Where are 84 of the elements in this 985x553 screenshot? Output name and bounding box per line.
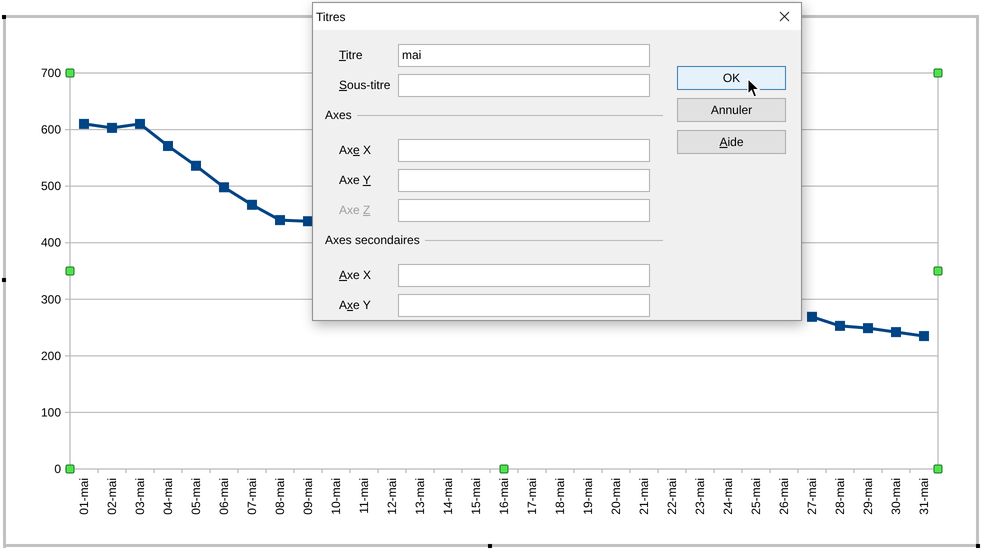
- x-tick-label: 27-mai: [805, 478, 819, 515]
- y-tick-label: 0: [54, 462, 61, 476]
- field-label: Axe X: [338, 143, 372, 157]
- resize-handle[interactable]: [976, 544, 980, 548]
- y-tick-label: 100: [40, 405, 61, 420]
- resize-handle[interactable]: [2, 278, 6, 282]
- section-heading: Axes: [325, 108, 352, 122]
- data-point: [835, 320, 845, 331]
- data-point: [891, 327, 901, 338]
- x-tick-label: 28-mai: [833, 478, 847, 515]
- x-tick-label: 23-mai: [693, 478, 707, 515]
- x-tick-label: 13-mai: [413, 478, 427, 515]
- x-tick-label: 17-mai: [525, 478, 539, 515]
- selection-handle[interactable]: [66, 266, 74, 276]
- x-tick-label: 03-mai: [133, 478, 147, 515]
- x-tick-label: 05-mai: [189, 478, 203, 515]
- x-tick-label: 24-mai: [721, 478, 735, 515]
- input-field[interactable]: [398, 294, 650, 316]
- field-label: Axe Z: [338, 203, 372, 217]
- data-point: [275, 215, 285, 226]
- x-tick-label: 14-mai: [441, 478, 455, 515]
- data-point: [219, 182, 229, 192]
- x-tick-label: 12-mai: [385, 478, 399, 515]
- cursor-icon: [747, 78, 760, 99]
- input-field[interactable]: mai: [398, 44, 650, 66]
- field-label: Titre: [338, 48, 364, 62]
- field-label: Sous-titre: [338, 78, 392, 92]
- x-tick-label: 19-mai: [581, 478, 595, 515]
- x-tick-label: 15-mai: [469, 478, 483, 515]
- x-tick-label: 09-mai: [301, 478, 315, 515]
- dialog-title: Titres: [316, 10, 346, 24]
- y-tick-label: 700: [40, 66, 61, 80]
- y-tick-label: 500: [40, 179, 61, 194]
- x-tick-label: 31-mai: [917, 478, 931, 515]
- data-point: [919, 331, 929, 342]
- dialog-button[interactable]: Aide: [677, 130, 786, 154]
- selection-handle[interactable]: [66, 68, 74, 78]
- dialog-button[interactable]: Annuler: [677, 98, 786, 122]
- data-point: [191, 160, 201, 171]
- input-field[interactable]: [398, 138, 650, 162]
- selection-handle[interactable]: [66, 464, 74, 474]
- field-label: Axe Y: [338, 298, 372, 312]
- x-tick-label: 18-mai: [553, 478, 567, 515]
- x-tick-label: 21-mai: [637, 478, 651, 515]
- x-tick-label: 06-mai: [217, 478, 231, 515]
- x-tick-label: 16-mai: [497, 478, 511, 515]
- data-point: [247, 200, 257, 210]
- data-point: [807, 312, 817, 322]
- selection-handle[interactable]: [500, 464, 508, 474]
- data-point: [303, 216, 313, 226]
- x-tick-label: 20-mai: [609, 478, 623, 515]
- x-tick-label: 10-mai: [329, 478, 343, 515]
- field-label: Axe X: [338, 268, 372, 282]
- data-point: [863, 323, 873, 334]
- x-tick-label: 04-mai: [161, 478, 175, 515]
- x-tick-label: 02-mai: [105, 478, 119, 515]
- selection-handle[interactable]: [934, 68, 942, 78]
- input-field[interactable]: [398, 168, 650, 192]
- data-point: [107, 122, 117, 133]
- data-point: [163, 140, 173, 151]
- field-label: Axe Y: [338, 173, 372, 187]
- y-tick-label: 300: [40, 292, 61, 306]
- x-tick-label: 11-mai: [357, 478, 371, 514]
- section-heading: Axes secondaires: [325, 233, 420, 247]
- selection-handle[interactable]: [934, 464, 942, 474]
- x-tick-label: 08-mai: [273, 478, 287, 515]
- y-tick-label: 200: [40, 348, 61, 363]
- y-tick-label: 400: [40, 236, 61, 250]
- x-tick-label: 26-mai: [777, 478, 791, 515]
- x-tick-label: 07-mai: [245, 478, 259, 515]
- resize-handle[interactable]: [488, 544, 492, 548]
- x-tick-label: 30-mai: [889, 478, 903, 515]
- resize-handle[interactable]: [2, 15, 6, 19]
- data-point: [135, 118, 145, 129]
- input-field[interactable]: [398, 74, 650, 96]
- x-tick-label: 25-mai: [749, 478, 763, 515]
- x-tick-label: 29-mai: [861, 478, 875, 515]
- dialog-button[interactable]: OK: [677, 66, 786, 90]
- input-field[interactable]: [398, 264, 650, 286]
- data-point: [79, 118, 89, 129]
- selection-handle[interactable]: [934, 266, 942, 276]
- y-tick-label: 600: [40, 122, 61, 137]
- x-tick-label: 01-mai: [77, 478, 91, 515]
- x-tick-label: 22-mai: [665, 478, 679, 515]
